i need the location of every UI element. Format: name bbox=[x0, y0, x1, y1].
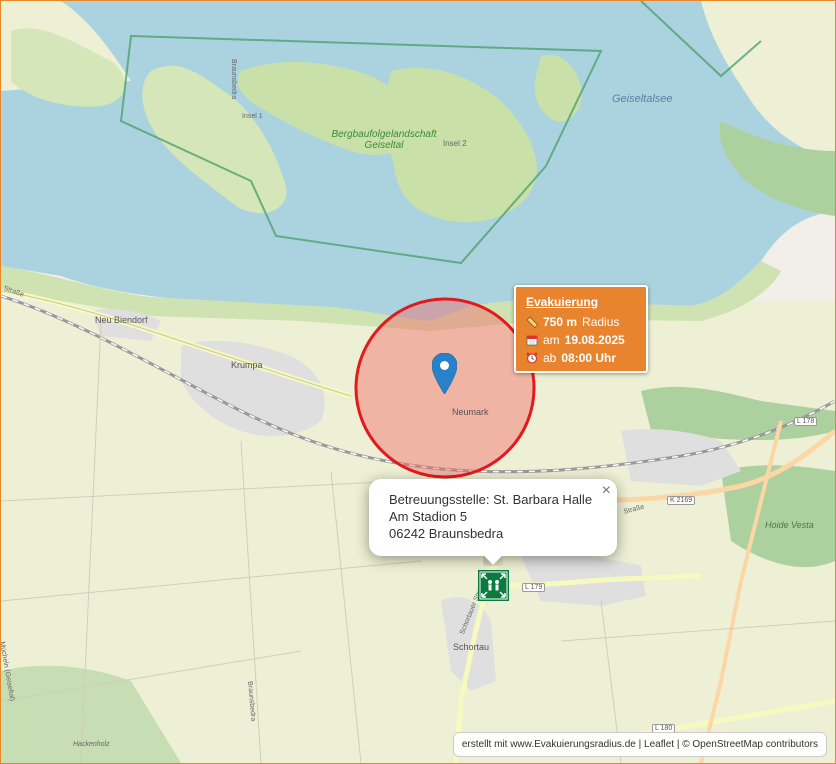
evacuation-date: 19.08.2025 bbox=[564, 333, 625, 347]
alarm-clock-icon bbox=[526, 352, 538, 364]
evacuation-time: 08:00 Uhr bbox=[561, 351, 617, 365]
popup-line-name: Betreuungsstelle: St. Barbara Halle bbox=[389, 492, 593, 507]
town-neumark: Neumark bbox=[452, 407, 489, 417]
town-schortau: Schortau bbox=[453, 642, 490, 652]
evacuation-radius-value: 750 m bbox=[543, 315, 578, 329]
evacuation-radius-row: 750 m Radius bbox=[526, 313, 636, 331]
attribution-separator: | bbox=[676, 739, 680, 750]
evacuation-date-row: am 19.08.2025 bbox=[526, 331, 636, 349]
calendar-icon bbox=[526, 335, 538, 346]
town-neu-biendorf: Neu Biendorf bbox=[95, 315, 148, 325]
town-krumpa: Krumpa bbox=[231, 360, 263, 370]
evacuation-time-prefix: ab bbox=[543, 351, 557, 365]
attribution-leaflet-link[interactable]: Leaflet bbox=[644, 739, 674, 750]
attribution-separator: | bbox=[638, 739, 642, 750]
lake-label: Geiseltalsee bbox=[612, 93, 673, 105]
road-label-l179: L 179 bbox=[522, 583, 546, 592]
popup-close-button[interactable]: × bbox=[602, 483, 611, 499]
map-pin-icon[interactable] bbox=[432, 353, 457, 394]
ruler-icon bbox=[526, 316, 538, 328]
map-container[interactable]: Geiseltalsee Bergbaufolgelandschaft Geis… bbox=[0, 0, 836, 764]
evacuation-time-row: ab 08:00 Uhr bbox=[526, 349, 636, 367]
insel2-label: Insel 2 bbox=[443, 139, 467, 148]
hackenholz-label: Hackenholz bbox=[73, 741, 110, 748]
popup-line-street: Am Stadion 5 bbox=[389, 509, 468, 524]
forest-label: Hoide Vesta bbox=[765, 520, 814, 530]
popup-line-city: 06242 Braunsbedra bbox=[389, 526, 504, 541]
insel1-label: Insel 1 bbox=[242, 113, 263, 120]
assembly-point-icon[interactable] bbox=[478, 570, 509, 601]
shelter-popup: × Betreuungsstelle: St. Barbara Halle Am… bbox=[369, 479, 617, 556]
reserve-label-line1: Bergbaufolgelandschaft bbox=[331, 129, 437, 140]
evacuation-radius-label: Radius bbox=[582, 315, 620, 329]
evacuation-info-box: Evakuierung 750 m Radius am 19.08.2025 a… bbox=[514, 285, 648, 373]
evacuation-date-prefix: am bbox=[543, 333, 560, 347]
road-label-k2169: K 2169 bbox=[667, 496, 696, 505]
attribution-creator-link[interactable]: erstellt mit www.Evakuierungsradius.de bbox=[462, 739, 636, 750]
braunsbedra-vertical-label: Braunsbedra bbox=[230, 59, 237, 100]
attribution-osm-link[interactable]: © OpenStreetMap contributors bbox=[682, 739, 818, 750]
map-tiles[interactable] bbox=[1, 1, 835, 763]
attribution-bar: erstellt mit www.Evakuierungsradius.de |… bbox=[452, 732, 827, 757]
reserve-label: Bergbaufolgelandschaft Geiseltal bbox=[319, 129, 449, 151]
reserve-label-line2: Geiseltal bbox=[364, 140, 404, 151]
road-label-l178: L 178 bbox=[794, 417, 818, 426]
popup-tip bbox=[483, 556, 503, 566]
evacuation-title: Evakuierung bbox=[526, 295, 599, 309]
